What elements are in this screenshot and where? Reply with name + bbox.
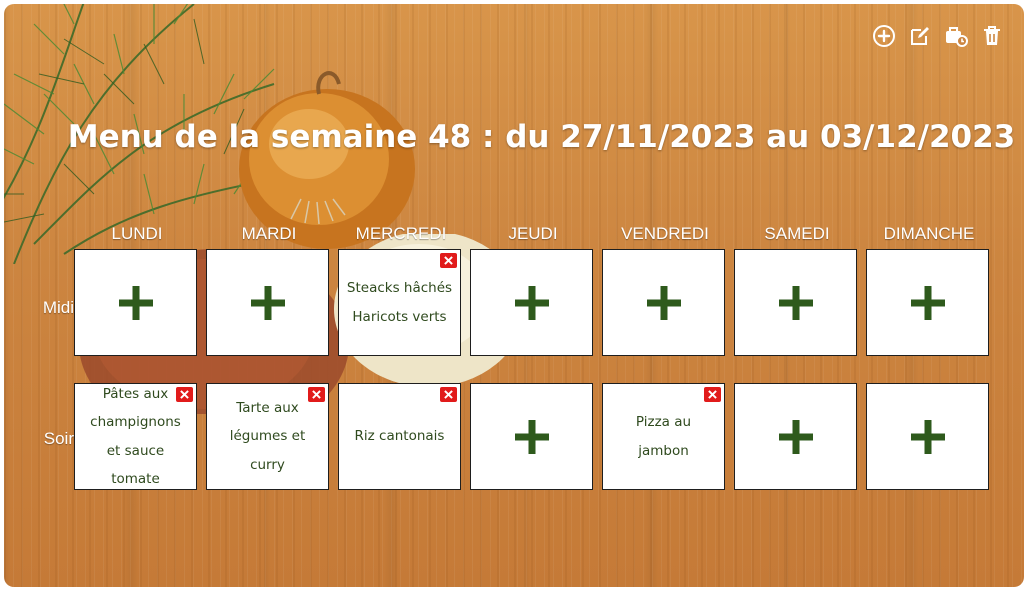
plus-icon	[646, 285, 681, 320]
add-meal-button[interactable]	[602, 249, 725, 356]
schedule-menu-button[interactable]	[942, 22, 970, 50]
add-menu-button[interactable]	[870, 22, 898, 50]
briefcase-clock-icon	[946, 27, 968, 47]
row-label-midi: Midi	[42, 298, 74, 317]
add-meal-button[interactable]	[866, 383, 989, 490]
day-header-jeudi: JEUDI	[508, 224, 558, 243]
plus-icon	[118, 285, 153, 320]
meal-name: Riz cantonais	[354, 428, 445, 445]
trash-icon	[984, 26, 1000, 45]
meal-name: Pizza au jambon	[635, 414, 692, 459]
close-icon	[180, 390, 189, 399]
plus-icon	[910, 285, 945, 320]
row-label-soir: Soir	[43, 429, 74, 448]
delete-meal-button[interactable]	[308, 387, 325, 402]
menu-board: Menu de la semaine 48 : du 27/11/2023 au…	[4, 4, 1024, 587]
add-meal-button[interactable]	[734, 249, 857, 356]
delete-meal-button[interactable]	[440, 253, 457, 268]
plus-icon	[910, 419, 945, 454]
meal-name: Tarte aux légumes et curry	[229, 399, 306, 473]
edit-menu-button[interactable]	[906, 22, 934, 50]
meal-cell[interactable]: Pâtes aux champignons et sauce tomate	[74, 383, 197, 490]
page-title: Menu de la semaine 48 : du 27/11/2023 au…	[67, 119, 1016, 155]
meal-cell[interactable]: Steacks hâchés Haricots verts	[338, 249, 461, 356]
delete-meal-button[interactable]	[176, 387, 193, 402]
meal-name: Pâtes aux champignons et sauce tomate	[90, 385, 181, 488]
edit-icon	[911, 27, 929, 45]
add-meal-button[interactable]	[734, 383, 857, 490]
day-header-mercredi: MERCREDI	[355, 224, 447, 243]
plus-icon	[778, 419, 813, 454]
plus-icon	[514, 419, 549, 454]
delete-menu-button[interactable]	[978, 22, 1006, 50]
day-header-lundi: LUNDI	[111, 224, 163, 243]
meal-cell[interactable]: Riz cantonais	[338, 383, 461, 490]
day-header-dimanche: DIMANCHE	[883, 224, 975, 243]
meal-cell[interactable]: Tarte aux légumes et curry	[206, 383, 329, 490]
close-icon	[444, 256, 453, 265]
add-circle-icon	[873, 25, 895, 47]
day-header-samedi: SAMEDI	[764, 224, 830, 243]
day-header-vendredi: VENDREDI	[621, 224, 709, 243]
delete-meal-button[interactable]	[440, 387, 457, 402]
add-meal-button[interactable]	[206, 249, 329, 356]
toolbar	[870, 22, 1006, 50]
plus-icon	[250, 285, 285, 320]
plus-icon	[514, 285, 549, 320]
day-header-mardi: MARDI	[241, 224, 297, 243]
close-icon	[444, 390, 453, 399]
add-meal-button[interactable]	[866, 249, 989, 356]
close-icon	[708, 390, 717, 399]
add-meal-button[interactable]	[470, 249, 593, 356]
add-meal-button[interactable]	[74, 249, 197, 356]
delete-meal-button[interactable]	[704, 387, 721, 402]
add-meal-button[interactable]	[470, 383, 593, 490]
meal-cell[interactable]: Pizza au jambon	[602, 383, 725, 490]
close-icon	[312, 390, 321, 399]
meal-name: Steacks hâchés Haricots verts	[346, 280, 453, 325]
plus-icon	[778, 285, 813, 320]
